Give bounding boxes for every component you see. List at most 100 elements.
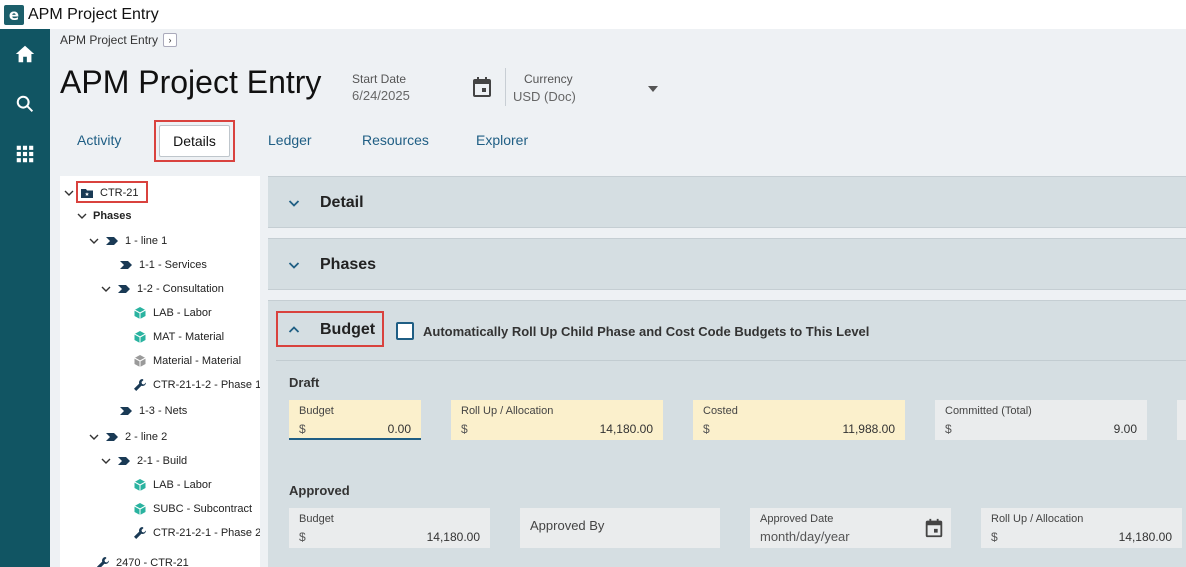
cost-code-icon — [133, 478, 147, 492]
tree-item[interactable]: 2 - line 2 — [89, 430, 167, 444]
tree-item-label: 1 - line 1 — [125, 235, 168, 247]
currency-symbol: $ — [991, 530, 998, 544]
currency-symbol: $ — [299, 422, 306, 436]
chevron-down-icon[interactable] — [89, 432, 99, 442]
approved-date-field[interactable]: Approved Date month/day/year — [750, 508, 951, 548]
field-value: 0.00 — [387, 422, 411, 436]
apps-button[interactable] — [0, 134, 50, 174]
project-tree: CTR-21 Phases 1 - line 1 1-1 - Services … — [60, 176, 260, 567]
nav-rail — [0, 29, 50, 567]
draft-costed-field[interactable]: Costed $ 11,988.00 — [693, 400, 905, 440]
cost-code-icon — [133, 354, 147, 368]
tree-item-label: CTR-21-2-1 - Phase 2- — [153, 527, 260, 539]
phase-icon — [119, 258, 133, 272]
tab-ledger[interactable]: Ledger — [268, 132, 312, 148]
tree-item[interactable]: MAT - Material — [133, 330, 224, 344]
tree-item-label: CTR-21 — [100, 187, 139, 199]
tab-details-highlight: Details — [154, 120, 235, 162]
home-button[interactable] — [0, 34, 50, 74]
draft-group-title: Draft — [289, 375, 320, 390]
cost-code-icon — [133, 330, 147, 344]
home-icon — [15, 45, 35, 63]
rollup-checkbox[interactable] — [396, 322, 414, 340]
field-label: Approved Date — [760, 513, 834, 525]
tree-item[interactable]: LAB - Labor — [133, 478, 212, 492]
draft-next-field[interactable] — [1177, 400, 1186, 440]
tree-item[interactable]: CTR-21-1-2 - Phase 1- — [133, 378, 260, 392]
tree-item[interactable]: CTR-21-2-1 - Phase 2- — [133, 526, 260, 540]
detail-section-header[interactable]: Detail — [268, 176, 1186, 228]
currency-symbol: $ — [703, 422, 710, 436]
draft-budget-field[interactable]: Budget $ 0.00 — [289, 400, 421, 440]
phase-icon — [117, 282, 131, 296]
tree-item[interactable]: 2-1 - Build — [101, 454, 187, 468]
field-label: Budget — [299, 513, 334, 525]
field-label: Committed (Total) — [945, 405, 1032, 417]
page-title: APM Project Entry — [60, 64, 322, 100]
chevron-down-icon[interactable] — [64, 188, 74, 198]
chevron-up-icon[interactable] — [288, 324, 300, 336]
start-date-value[interactable]: 6/24/2025 — [352, 88, 410, 103]
rollup-checkbox-label[interactable]: Automatically Roll Up Child Phase and Co… — [423, 324, 869, 339]
chevron-down-icon[interactable] — [101, 456, 111, 466]
tab-resources[interactable]: Resources — [362, 132, 429, 148]
tree-item[interactable]: 1 - line 1 — [89, 234, 167, 248]
tree-item-label: MAT - Material — [153, 331, 225, 343]
chevron-down-icon[interactable] — [89, 236, 99, 246]
tab-details[interactable]: Details — [159, 125, 230, 157]
field-value: 14,180.00 — [426, 530, 480, 544]
tree-item[interactable]: 1-1 - Services — [119, 258, 207, 272]
breadcrumb-item[interactable]: APM Project Entry — [60, 33, 158, 47]
tree-item[interactable]: SUBC - Subcontract — [133, 502, 252, 516]
tree-item-root[interactable]: CTR-21 — [64, 186, 139, 200]
field-label: Approved By — [530, 518, 605, 533]
tree-item[interactable]: LAB - Labor — [133, 306, 212, 320]
app-title: APM Project Entry — [28, 5, 159, 23]
date-placeholder: month/day/year — [760, 529, 850, 544]
tab-activity[interactable]: Activity — [77, 132, 121, 148]
breadcrumb-expand-button[interactable]: › — [163, 33, 178, 47]
tree-item-label: LAB - Labor — [153, 479, 212, 491]
currency-symbol: $ — [945, 422, 952, 436]
wrench-icon — [133, 378, 147, 392]
approved-by-field[interactable]: Approved By — [520, 508, 720, 548]
tree-item[interactable]: 2470 - CTR-21 — [96, 556, 189, 567]
start-date-calendar-button[interactable] — [470, 75, 494, 99]
budget-section-title[interactable]: Budget — [320, 321, 375, 339]
tree-item-label: Material - Material — [153, 355, 242, 367]
search-icon — [16, 95, 34, 112]
tree-item[interactable]: 1-3 - Nets — [119, 404, 187, 418]
approved-rollup-field[interactable]: Roll Up / Allocation $ 14,180.00 — [981, 508, 1182, 548]
phase-icon — [105, 430, 119, 444]
tab-explorer[interactable]: Explorer — [476, 132, 528, 148]
field-label: Budget — [299, 405, 334, 417]
chevron-down-icon[interactable] — [288, 259, 300, 271]
cost-code-icon — [133, 306, 147, 320]
tree-item[interactable]: 1-2 - Consultation — [101, 282, 224, 296]
approved-budget-field[interactable]: Budget $ 14,180.00 — [289, 508, 490, 548]
tree-item-phases[interactable]: Phases — [77, 210, 132, 222]
tree-item-label: CTR-21-1-2 - Phase 1- — [153, 379, 260, 391]
tree-item[interactable]: Material - Material — [133, 354, 241, 368]
calendar-icon — [473, 77, 491, 97]
search-button[interactable] — [0, 84, 50, 124]
currency-select[interactable]: USD (Doc) — [513, 89, 576, 104]
chevron-down-icon[interactable] — [77, 211, 87, 221]
tree-item-label: 1-2 - Consultation — [137, 283, 224, 295]
title-bar: e APM Project Entry — [0, 0, 1186, 29]
wrench-icon — [133, 526, 147, 540]
chevron-down-icon[interactable] — [288, 197, 300, 209]
section-title: Detail — [320, 194, 364, 211]
chevron-down-icon[interactable] — [648, 86, 658, 92]
calendar-icon[interactable] — [923, 517, 945, 539]
draft-rollup-field[interactable]: Roll Up / Allocation $ 14,180.00 — [451, 400, 663, 440]
currency-symbol: $ — [461, 422, 468, 436]
field-label: Roll Up / Allocation — [461, 405, 554, 417]
chevron-down-icon[interactable] — [101, 284, 111, 294]
draft-committed-field[interactable]: Committed (Total) $ 9.00 — [935, 400, 1147, 440]
field-value: 14,180.00 — [1118, 530, 1172, 544]
phases-section-header[interactable]: Phases — [268, 238, 1186, 290]
header-divider — [505, 68, 506, 106]
field-value: 11,988.00 — [842, 422, 896, 436]
app-logo: e — [4, 4, 24, 25]
